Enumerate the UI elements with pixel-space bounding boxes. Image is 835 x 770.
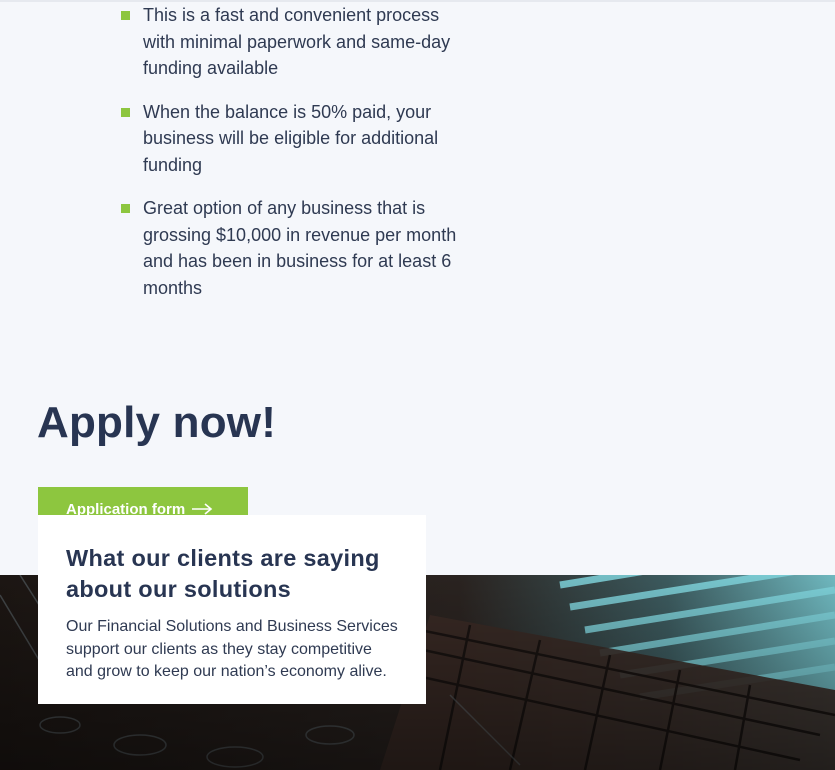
testimonials-description: Our Financial Solutions and Business Ser…: [66, 618, 398, 680]
benefit-text: When the balance is 50% paid, your busin…: [143, 101, 439, 175]
arrow-right-icon: [192, 503, 213, 515]
testimonials-card: What our clients are saying about our so…: [38, 515, 426, 704]
benefit-text: This is a fast and convenient process wi…: [143, 5, 451, 78]
bullet-square-icon: [121, 204, 130, 213]
apply-heading: Apply now!: [37, 398, 277, 447]
benefit-item: Great option of any business that is gro…: [121, 195, 466, 301]
bullet-square-icon: [121, 11, 130, 20]
benefit-text: Great option of any business that is gro…: [143, 198, 457, 298]
bullet-square-icon: [121, 107, 130, 117]
testimonials-heading: What our clients are saying about our so…: [66, 545, 380, 602]
benefit-item: This is a fast and convenient process wi…: [121, 2, 466, 82]
benefit-item: When the balance is 50% paid, your busin…: [121, 99, 466, 179]
benefits-list: This is a fast and convenient process wi…: [121, 2, 466, 318]
